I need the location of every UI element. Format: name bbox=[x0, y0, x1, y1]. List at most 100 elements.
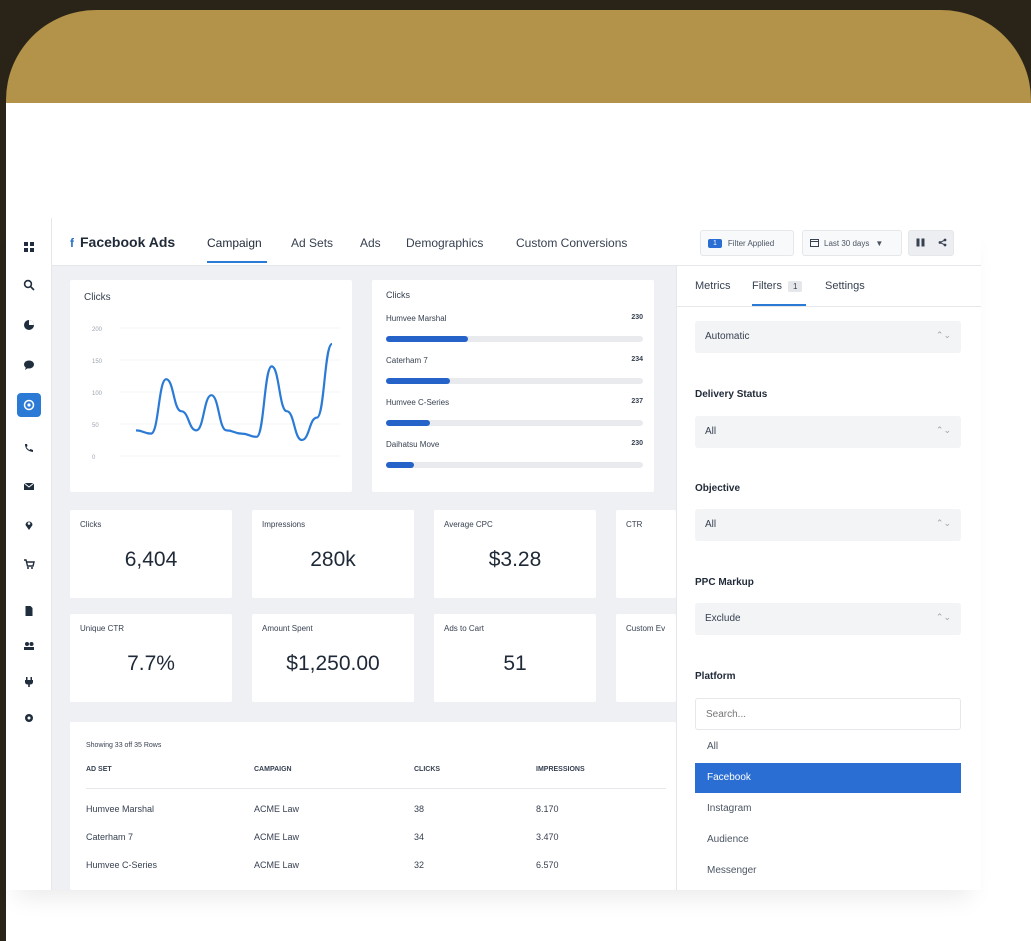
target-icon[interactable] bbox=[17, 393, 41, 417]
tab-demographics[interactable]: Demographics bbox=[406, 236, 483, 250]
location-icon[interactable] bbox=[17, 513, 41, 537]
ppc-markup-value: Exclude bbox=[705, 613, 741, 624]
y-tick-label: 50 bbox=[92, 423, 99, 429]
table-header[interactable]: AD SET bbox=[86, 766, 112, 773]
platform-option[interactable]: Audience bbox=[695, 825, 961, 855]
tab-ad-sets[interactable]: Ad Sets bbox=[291, 236, 333, 250]
bar-category-label: Humvee Marshal bbox=[386, 314, 447, 323]
bar-fill bbox=[386, 420, 430, 426]
bar-value-label: 234 bbox=[631, 356, 643, 363]
kpi-label: Custom Ev bbox=[626, 624, 666, 633]
cart-icon[interactable] bbox=[17, 552, 41, 576]
kpi-label: Ads to Cart bbox=[444, 624, 485, 633]
plug-icon[interactable] bbox=[17, 670, 41, 694]
dashboard-window: f Facebook Ads Campaign Ad Sets Ads Demog… bbox=[6, 218, 981, 890]
platform-option[interactable]: All bbox=[695, 732, 961, 762]
tab-metrics[interactable]: Metrics bbox=[695, 280, 730, 292]
mail-icon[interactable] bbox=[17, 474, 41, 498]
line-chart-card: Clicks 200 150 100 50 0 bbox=[70, 280, 352, 492]
tab-settings[interactable]: Settings bbox=[825, 280, 865, 292]
left-sidebar bbox=[6, 218, 52, 890]
kpi-label: CTR bbox=[626, 520, 643, 529]
filter-applied-label: Filter Applied bbox=[727, 238, 775, 248]
tab-ads[interactable]: Ads bbox=[360, 236, 381, 250]
table-cell: Humvee C-Series bbox=[86, 860, 158, 870]
updown-icon: ⌃⌄ bbox=[935, 330, 951, 340]
tab-filters[interactable]: Filters 1 bbox=[752, 280, 803, 292]
tab-campaign[interactable]: Campaign bbox=[207, 236, 262, 250]
grid-icon[interactable] bbox=[17, 235, 41, 259]
delivery-status-value: All bbox=[705, 426, 717, 437]
kpi-label: Amount Spent bbox=[262, 624, 313, 633]
active-tab-indicator bbox=[207, 261, 267, 263]
bar-fill bbox=[386, 336, 469, 342]
table-cell: 32 bbox=[414, 860, 425, 870]
kpi-card: Clicks 6,404 bbox=[70, 510, 232, 598]
updown-icon: ⌃⌄ bbox=[935, 518, 951, 528]
y-tick-label: 200 bbox=[92, 327, 103, 333]
objective-label: Objective bbox=[695, 483, 741, 494]
users-icon[interactable] bbox=[17, 634, 41, 658]
table-cell: 8.170 bbox=[536, 804, 559, 814]
bar-value-label: 230 bbox=[631, 314, 643, 321]
table-header[interactable]: CAMPAIGN bbox=[254, 766, 292, 773]
divider bbox=[677, 306, 981, 307]
platform-option[interactable]: Facebook bbox=[695, 763, 961, 793]
kpi-value: $3.28 bbox=[488, 548, 542, 571]
gear-icon[interactable] bbox=[17, 706, 41, 730]
table-cell: Humvee Marshal bbox=[86, 804, 155, 814]
mode-select[interactable]: Automatic ⌃⌄ bbox=[695, 321, 961, 353]
brand-title: f Facebook Ads bbox=[70, 234, 175, 250]
calendar-icon bbox=[810, 238, 819, 249]
caret-down-icon: ▼ bbox=[875, 238, 884, 248]
chat-icon[interactable] bbox=[17, 353, 41, 377]
search-icon[interactable] bbox=[17, 273, 41, 297]
share-icon[interactable] bbox=[938, 238, 947, 249]
table-cell: 6.570 bbox=[536, 860, 559, 870]
table-header[interactable]: IMPRESSIONS bbox=[536, 766, 585, 773]
ppc-markup-select[interactable]: Exclude ⌃⌄ bbox=[695, 603, 961, 635]
bar-fill bbox=[386, 378, 451, 384]
delivery-status-label: Delivery Status bbox=[695, 389, 768, 400]
filter-applied-button[interactable]: 1 Filter Applied bbox=[700, 230, 794, 256]
kpi-label: Impressions bbox=[262, 520, 306, 529]
platform-option[interactable]: Instagram bbox=[695, 794, 961, 824]
bar-track bbox=[386, 378, 643, 384]
kpi-card: Ads to Cart 51 bbox=[434, 614, 596, 702]
kpi-label: Unique CTR bbox=[80, 624, 125, 633]
kpi-value: 280k bbox=[310, 548, 356, 571]
kpi-card: Amount Spent $1,250.00 bbox=[252, 614, 414, 702]
objective-select[interactable]: All ⌃⌄ bbox=[695, 509, 961, 541]
bar-track bbox=[386, 462, 643, 468]
delivery-status-select[interactable]: All ⌃⌄ bbox=[695, 416, 961, 448]
view-toggle-group bbox=[908, 230, 954, 256]
date-range-button[interactable]: Last 30 days ▼ bbox=[802, 230, 902, 256]
bar-category-label: Daihatsu Move bbox=[386, 440, 440, 449]
kpi-value: 7.7% bbox=[127, 652, 175, 675]
platform-search-input[interactable] bbox=[695, 698, 961, 730]
columns-icon[interactable] bbox=[916, 238, 925, 249]
ppc-markup-label: PPC Markup bbox=[695, 577, 754, 588]
main-content: Clicks 200 150 100 50 0 Clicks Humvee Marsha… bbox=[52, 266, 676, 890]
tab-filters-label: Filters bbox=[752, 280, 782, 292]
bar-category-label: Humvee C-Series bbox=[386, 398, 450, 407]
y-tick-label: 0 bbox=[92, 455, 96, 461]
table-card: Showing 33 off 35 Rows AD SET CAMPAIGN CLI… bbox=[70, 722, 676, 890]
platform-option[interactable]: Messenger bbox=[695, 856, 961, 886]
kpi-card: Unique CTR 7.7% bbox=[70, 614, 232, 702]
y-tick-label: 150 bbox=[92, 359, 103, 365]
table-cell: ACME Law bbox=[254, 860, 300, 870]
tab-custom-conversions[interactable]: Custom Conversions bbox=[516, 236, 627, 250]
pie-chart-icon[interactable] bbox=[17, 313, 41, 337]
kpi-card: Custom Ev bbox=[616, 614, 676, 702]
date-range-label: Last 30 days bbox=[824, 238, 870, 248]
bar-chart-title: Clicks bbox=[386, 290, 410, 300]
bar-track bbox=[386, 420, 643, 426]
table-cell: ACME Law bbox=[254, 832, 300, 842]
table-header[interactable]: CLICKS bbox=[414, 766, 440, 773]
bar-track bbox=[386, 336, 643, 342]
table-cell: 34 bbox=[414, 832, 425, 842]
rows-count: Showing 33 off 35 Rows bbox=[86, 742, 162, 749]
phone-icon[interactable] bbox=[17, 436, 41, 460]
document-icon[interactable] bbox=[17, 599, 41, 623]
